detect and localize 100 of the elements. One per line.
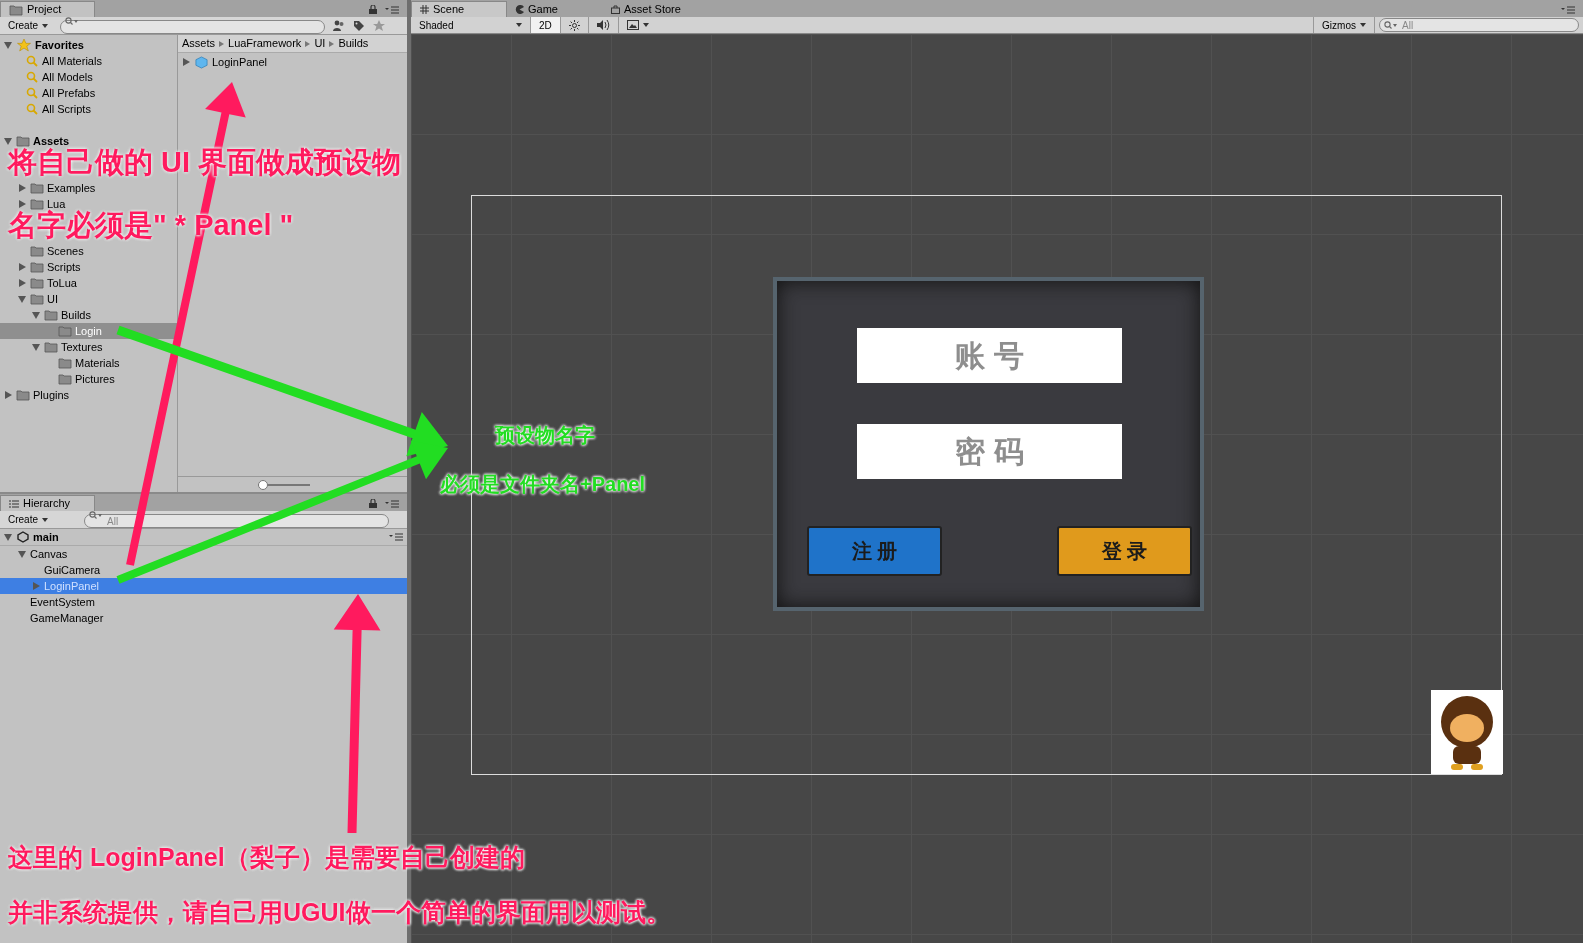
folder-icon	[30, 182, 44, 194]
breadcrumb-item[interactable]: LuaFramework	[228, 35, 302, 52]
search-icon	[26, 71, 38, 83]
breadcrumb-separator-icon	[305, 40, 311, 47]
breadcrumb-item[interactable]: UI	[314, 35, 326, 52]
grid-icon	[420, 5, 429, 14]
scene-root-item[interactable]: main	[4, 528, 59, 546]
folder-icon	[30, 277, 44, 289]
breadcrumb-separator-icon	[219, 40, 224, 47]
breadcrumb-separator-icon	[329, 40, 335, 47]
caret-icon	[642, 23, 649, 27]
expanded-triangle-icon[interactable]	[4, 40, 13, 50]
create-dropdown[interactable]: Create	[4, 512, 52, 527]
caret-icon	[42, 517, 48, 522]
view-tab[interactable]: Game	[507, 1, 603, 17]
tree-item[interactable]: Examples	[0, 180, 100, 196]
search-field[interactable]: All	[1379, 18, 1579, 32]
expanded-triangle-icon[interactable]	[32, 310, 41, 320]
expanded-triangle-icon[interactable]	[4, 136, 13, 146]
caret-icon	[1360, 23, 1366, 27]
zoom-slider-thumb[interactable]	[258, 479, 268, 490]
favorites-header[interactable]: Favorites	[0, 37, 177, 53]
view-tab[interactable]: Scene	[411, 1, 507, 17]
search-icon	[65, 16, 78, 25]
lock-icon[interactable]	[369, 5, 377, 14]
tree-item[interactable]: Scenes	[0, 243, 88, 259]
search-icon	[26, 55, 38, 67]
tree-item[interactable]: Materials	[0, 355, 124, 371]
speaker-icon[interactable]	[596, 20, 610, 30]
expanded-triangle-icon[interactable]	[18, 549, 27, 559]
favorite-item[interactable]: All Prefabs	[0, 85, 177, 101]
collapsed-triangle-icon[interactable]	[4, 390, 13, 400]
tree-item[interactable]: Canvas	[0, 546, 72, 562]
tree-item[interactable]: ToLua	[0, 275, 81, 291]
cube-icon	[195, 55, 208, 69]
search-icon	[26, 87, 38, 99]
tree-item[interactable]: Plugins	[0, 387, 74, 403]
tree-item[interactable]: Pictures	[0, 371, 119, 387]
search-icon	[89, 510, 102, 519]
folder-icon	[58, 357, 72, 369]
tree-item[interactable]: GameManager	[0, 610, 108, 626]
folder-icon	[30, 198, 44, 210]
folder-icon	[58, 325, 72, 337]
pacman-icon	[515, 4, 524, 14]
input-field[interactable]: 密 码	[857, 424, 1122, 479]
tree-item[interactable]: Assets	[0, 133, 74, 149]
panel-button[interactable]: 注 册	[807, 526, 942, 576]
prefab-item[interactable]: LoginPanel	[178, 53, 407, 71]
hierarchy-tab[interactable]: Hierarchy	[0, 495, 95, 511]
folder-icon	[58, 373, 72, 385]
breadcrumb-item[interactable]: Assets	[182, 35, 215, 52]
annotation-text: 预设物名字	[495, 425, 595, 445]
folder-icon	[16, 135, 30, 147]
folder-icon	[44, 309, 58, 321]
expanded-triangle-icon[interactable]	[32, 342, 41, 352]
star-icon	[17, 38, 31, 52]
tag-icon[interactable]	[353, 19, 365, 32]
caret-icon	[516, 23, 522, 27]
collapsed-triangle-icon[interactable]	[18, 199, 27, 209]
tree-item[interactable]: UI	[0, 291, 62, 307]
image-icon[interactable]	[626, 20, 639, 30]
sun-icon[interactable]	[568, 19, 580, 31]
unity-logo-icon	[17, 531, 29, 543]
favorite-item[interactable]: All Scripts	[0, 101, 177, 117]
tree-item[interactable]: GuiCamera	[0, 562, 105, 578]
collapsed-triangle-icon[interactable]	[18, 262, 27, 272]
mode-2d-toggle[interactable]: 2D	[531, 17, 561, 33]
gizmos-dropdown[interactable]: Gizmos	[1313, 17, 1375, 33]
project-tab[interactable]: Project	[0, 1, 95, 17]
tree-item[interactable]: EventSystem	[0, 594, 99, 610]
menu-icon[interactable]	[389, 533, 403, 541]
search-icon	[26, 103, 38, 115]
favorite-item[interactable]: All Models	[0, 69, 177, 85]
folder-icon	[30, 261, 44, 273]
collapsed-triangle-icon[interactable]	[18, 278, 27, 288]
favorite-item[interactable]: All Materials	[0, 53, 177, 69]
search-icon	[1384, 20, 1397, 29]
tree-item[interactable]: Builds	[0, 307, 95, 323]
expanded-triangle-icon	[4, 532, 13, 542]
collapsed-triangle-icon[interactable]	[182, 57, 191, 67]
expanded-triangle-icon[interactable]	[18, 294, 27, 304]
create-dropdown[interactable]: Create	[4, 18, 52, 33]
search-field[interactable]	[60, 20, 325, 34]
folder-icon	[30, 293, 44, 305]
folder-icon	[16, 389, 30, 401]
view-tab[interactable]: Asset Store	[603, 1, 699, 17]
lock-icon[interactable]	[369, 499, 377, 508]
people-icon[interactable]	[333, 20, 345, 31]
tree-item[interactable]: Textures	[0, 339, 107, 355]
list-icon	[9, 499, 19, 508]
shopping-bag-icon	[611, 4, 620, 14]
tree-item[interactable]: Scripts	[0, 259, 85, 275]
folder-icon	[30, 245, 44, 257]
panel-button[interactable]: 登 录	[1057, 526, 1192, 576]
star-icon[interactable]	[373, 19, 385, 32]
breadcrumb-item[interactable]: Builds	[338, 35, 369, 52]
folder-icon	[44, 341, 58, 353]
input-field[interactable]: 账 号	[857, 328, 1122, 383]
caret-icon	[42, 23, 48, 28]
collapsed-triangle-icon[interactable]	[18, 183, 27, 193]
